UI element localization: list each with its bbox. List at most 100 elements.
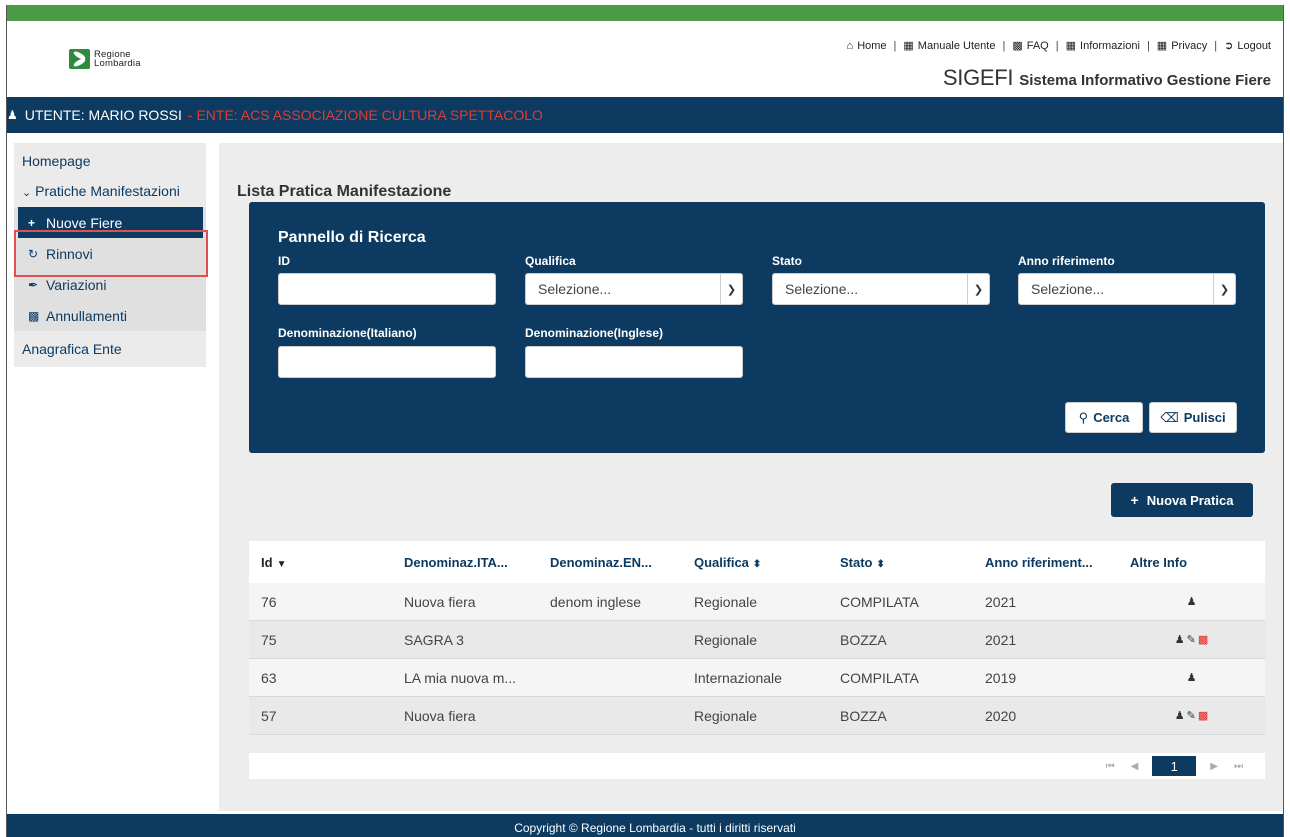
- trash-icon: ▩: [28, 308, 40, 323]
- den-it-label: Denominazione(Italiano): [278, 326, 417, 340]
- logout-icon: ➲: [1224, 40, 1234, 52]
- trash-icon[interactable]: ▩: [1198, 709, 1208, 722]
- sidebar: Homepage ⌄ Pratiche Manifestazioni + Nuo…: [14, 143, 206, 367]
- table-header: Id ▼ Denominaz.ITA... Denominaz.EN... Qua…: [249, 541, 1265, 583]
- user-icon[interactable]: ♟: [1175, 709, 1185, 722]
- cerca-button[interactable]: ⚲ Cerca: [1065, 402, 1143, 433]
- regione-lombardia-logo[interactable]: Regione Lombardia: [69, 49, 141, 69]
- first-page-icon[interactable]: ⏮: [1106, 761, 1115, 772]
- app-frame: Regione Lombardia ⌂ Home | ▦ Manuale Utent…: [6, 5, 1284, 837]
- link-informazioni[interactable]: ▦ Informazioni: [1065, 39, 1140, 53]
- row-actions: ♟ ✎ ▩: [1118, 633, 1265, 646]
- search-panel-title: Pannello di Ricerca: [278, 229, 426, 246]
- brand-name: SIGEFI: [942, 65, 1014, 90]
- search-panel: Pannello di Ricerca ID Qualifica Selezio…: [249, 202, 1265, 453]
- table-row[interactable]: 76 Nuova fiera denom inglese Regionale C…: [249, 583, 1265, 621]
- col-id[interactable]: Id ▼: [249, 555, 392, 570]
- pratiche-table: Id ▼ Denominaz.ITA... Denominaz.EN... Qua…: [249, 541, 1265, 735]
- link-privacy[interactable]: ▦ Privacy: [1156, 39, 1207, 53]
- sort-icon: ⬍: [752, 558, 762, 570]
- chevron-down-icon: ⌄: [22, 187, 32, 199]
- user-icon: ♟: [7, 108, 18, 122]
- stato-label: Stato: [772, 254, 802, 268]
- link-faq[interactable]: ▩ FAQ: [1012, 39, 1048, 53]
- chevron-down-icon: ❯: [1213, 274, 1235, 304]
- logo-line2: Lombardia: [94, 58, 141, 69]
- sidebar-subitems: + Nuove Fiere ↻ Rinnovi ✒ Variazioni ▩ A…: [14, 207, 206, 331]
- chevron-down-icon: ❯: [720, 274, 742, 304]
- home-icon: ⌂: [846, 39, 854, 52]
- last-page-icon[interactable]: ⏭: [1234, 761, 1243, 772]
- table-row[interactable]: 63 LA mia nuova m... Internazionale COMP…: [249, 659, 1265, 697]
- plus-icon: +: [28, 215, 36, 230]
- link-manuale[interactable]: ▦ Manuale Utente: [903, 39, 995, 53]
- sidebar-item-rinnovi[interactable]: ↻ Rinnovi: [14, 238, 206, 269]
- qualifica-select[interactable]: Selezione... ❯: [525, 273, 743, 305]
- sidebar-group-pratiche[interactable]: ⌄ Pratiche Manifestazioni: [14, 179, 206, 207]
- col-anno[interactable]: Anno riferiment...: [973, 555, 1118, 570]
- edit-icon[interactable]: ✎: [1187, 709, 1196, 722]
- den-en-input[interactable]: [525, 346, 743, 378]
- row-actions: ♟ ✎ ▩: [1118, 709, 1265, 722]
- user-bar: ♟ UTENTE: MARIO ROSSI - ENTE: ACS ASSOCI…: [7, 97, 1283, 133]
- link-logout[interactable]: ➲ Logout: [1224, 39, 1271, 53]
- pencil-icon: ✒: [28, 277, 39, 292]
- col-denominaz-ita[interactable]: Denominaz.ITA...: [392, 555, 538, 570]
- id-input[interactable]: [278, 273, 496, 305]
- nuova-pratica-button[interactable]: + Nuova Pratica: [1111, 483, 1253, 517]
- den-en-label: Denominazione(Inglese): [525, 326, 664, 340]
- anno-label: Anno riferimento: [1018, 254, 1115, 268]
- user-name: UTENTE: MARIO ROSSI: [24, 107, 182, 123]
- faq-icon: ▩: [1012, 40, 1023, 52]
- plus-icon: +: [1130, 492, 1139, 508]
- den-it-input[interactable]: [278, 346, 496, 378]
- chevron-down-icon: ❯: [967, 274, 989, 304]
- col-denominaz-en[interactable]: Denominaz.EN...: [538, 555, 682, 570]
- user-icon[interactable]: ♟: [1187, 595, 1197, 608]
- row-actions: ♟: [1118, 595, 1265, 608]
- sidebar-group-label: Pratiche Manifestazioni: [35, 183, 180, 199]
- top-links: ⌂ Home | ▦ Manuale Utente | ▩ FAQ | ▦ Inform…: [846, 39, 1271, 53]
- top-green-bar: [7, 5, 1283, 21]
- sidebar-item-homepage[interactable]: Homepage: [14, 143, 206, 179]
- stato-select[interactable]: Selezione... ❯: [772, 273, 990, 305]
- link-home[interactable]: ⌂ Home: [847, 40, 887, 52]
- app-brand: SIGEFI Sistema Informativo Gestione Fier…: [943, 65, 1271, 91]
- qualifica-label: Qualifica: [525, 254, 576, 268]
- pagination: ⏮ ◀ 1 ▶ ⏭: [249, 753, 1265, 779]
- rose-camuna-icon: [69, 49, 90, 69]
- sidebar-item-variazioni[interactable]: ✒ Variazioni: [14, 269, 206, 300]
- ente-name: - ENTE: ACS ASSOCIAZIONE CULTURA SPETTAC…: [187, 107, 543, 123]
- trash-icon[interactable]: ▩: [1198, 633, 1208, 646]
- sidebar-item-annullamenti[interactable]: ▩ Annullamenti: [14, 300, 206, 331]
- document-icon: ▦: [903, 40, 914, 52]
- prev-page-icon[interactable]: ◀: [1131, 761, 1139, 772]
- footer: Copyright © Regione Lombardia - tutti i …: [7, 814, 1283, 837]
- user-icon[interactable]: ♟: [1187, 671, 1197, 684]
- current-page[interactable]: 1: [1152, 756, 1197, 776]
- document-icon: ▦: [1156, 40, 1168, 52]
- sidebar-item-nuove-fiere[interactable]: + Nuove Fiere: [18, 207, 203, 238]
- refresh-icon: ↻: [28, 246, 39, 261]
- brand-subtitle: Sistema Informativo Gestione Fiere: [1019, 72, 1271, 89]
- search-icon: ⚲: [1078, 409, 1089, 425]
- anno-select[interactable]: Selezione... ❯: [1018, 273, 1236, 305]
- document-icon: ▦: [1065, 40, 1077, 52]
- id-label: ID: [278, 254, 290, 268]
- main-content: Lista Pratica Manifestazione Pannello di…: [219, 143, 1283, 811]
- sort-icon: ⬍: [876, 558, 885, 570]
- edit-icon[interactable]: ✎: [1187, 633, 1196, 646]
- user-icon[interactable]: ♟: [1175, 633, 1185, 646]
- page-title: Lista Pratica Manifestazione: [237, 183, 452, 200]
- col-qualifica[interactable]: Qualifica ⬍: [682, 555, 828, 570]
- row-actions: ♟: [1118, 671, 1265, 684]
- sidebar-item-anagrafica-ente[interactable]: Anagrafica Ente: [14, 331, 206, 367]
- next-page-icon[interactable]: ▶: [1210, 761, 1218, 772]
- pulisci-button[interactable]: ⌫ Pulisci: [1149, 402, 1237, 433]
- col-stato[interactable]: Stato ⬍: [828, 555, 973, 570]
- table-row[interactable]: 57 Nuova fiera Regionale BOZZA 2020 ♟ ✎ …: [249, 697, 1265, 735]
- table-row[interactable]: 75 SAGRA 3 Regionale BOZZA 2021 ♟ ✎ ▩: [249, 621, 1265, 659]
- col-altre-info: Altre Info: [1130, 554, 1188, 570]
- eraser-icon: ⌫: [1160, 409, 1179, 425]
- sort-down-icon: ▼: [276, 558, 287, 570]
